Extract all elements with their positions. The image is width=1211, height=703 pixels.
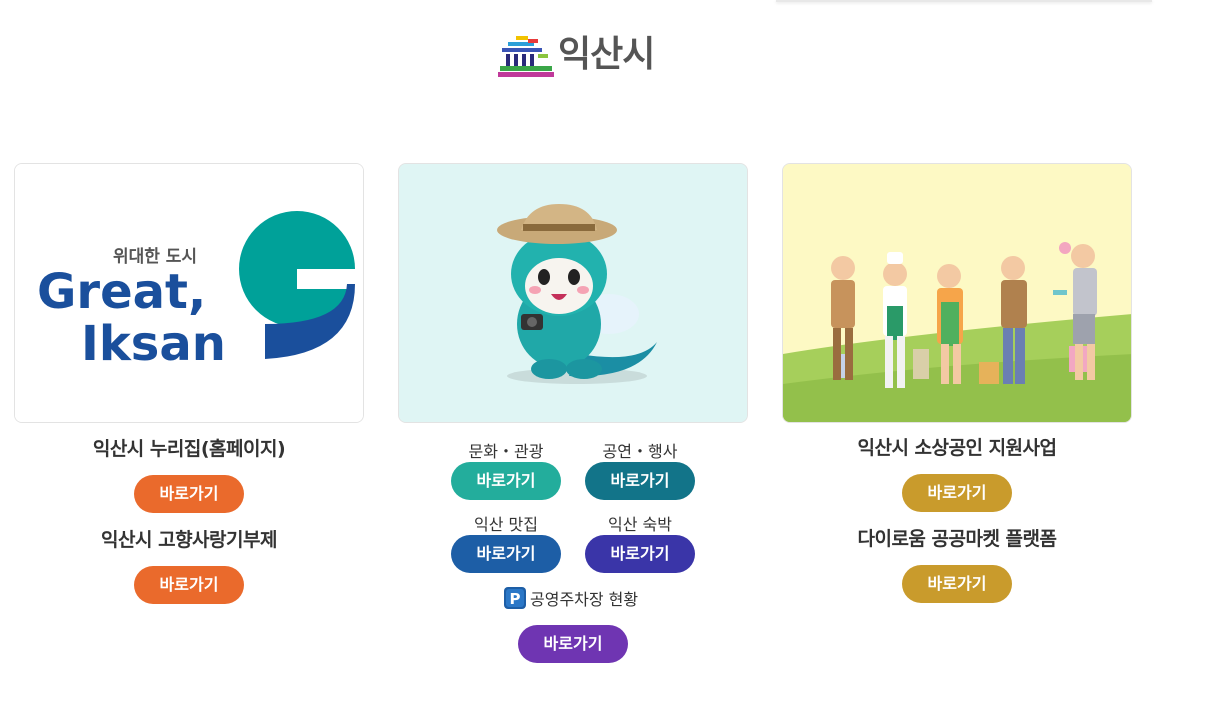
small-business-illustration (783, 164, 1131, 422)
parking-go-button[interactable]: 바로가기 (518, 625, 628, 663)
culture-tourism-go-button[interactable]: 바로가기 (451, 462, 561, 500)
hometown-donation-go-button[interactable]: 바로가기 (134, 566, 244, 604)
svg-text:P: P (510, 590, 521, 608)
site-logo[interactable]: 익산시 (498, 32, 655, 78)
link-title-homepage: 익산시 누리집(홈페이지) (92, 438, 286, 460)
card-image-small-business[interactable] (782, 163, 1132, 423)
label-performance-events: 공연・행사 (602, 442, 678, 461)
small-business-support-go-button[interactable]: 바로가기 (902, 474, 1012, 512)
label-restaurants: 익산 맛집 (474, 515, 538, 534)
site-logo-text: 익산시 (558, 34, 655, 75)
public-market-go-button[interactable]: 바로가기 (902, 565, 1012, 603)
link-title-public-market: 다이로움 공공마켓 플랫폼 (857, 528, 1057, 550)
mascot-illustration (399, 164, 747, 422)
parking-status-label: P 공영주차장 현황 (504, 586, 638, 610)
parking-status-text: 공영주차장 현황 (530, 590, 639, 609)
performance-events-go-button[interactable]: 바로가기 (585, 462, 695, 500)
link-title-hometown-donation: 익산시 고향사랑기부제 (101, 529, 277, 551)
label-lodging: 익산 숙박 (608, 515, 672, 534)
restaurants-go-button[interactable]: 바로가기 (451, 535, 561, 573)
card-image-great-iksan[interactable]: 위대한 도시 Great, Iksan (14, 163, 364, 423)
top-header-edge (776, 0, 1152, 2)
card-image-mascot[interactable] (398, 163, 748, 423)
label-culture-tourism: 문화・관광 (468, 442, 544, 461)
homepage-go-button[interactable]: 바로가기 (134, 475, 244, 513)
parking-icon: P (504, 587, 526, 609)
lodging-go-button[interactable]: 바로가기 (585, 535, 695, 573)
iksan-logo-icon (498, 36, 554, 77)
card-brand-line1: Great, (37, 264, 206, 320)
link-title-small-business-support: 익산시 소상공인 지원사업 (857, 437, 1057, 459)
card-brand-line2: Iksan (81, 316, 226, 372)
